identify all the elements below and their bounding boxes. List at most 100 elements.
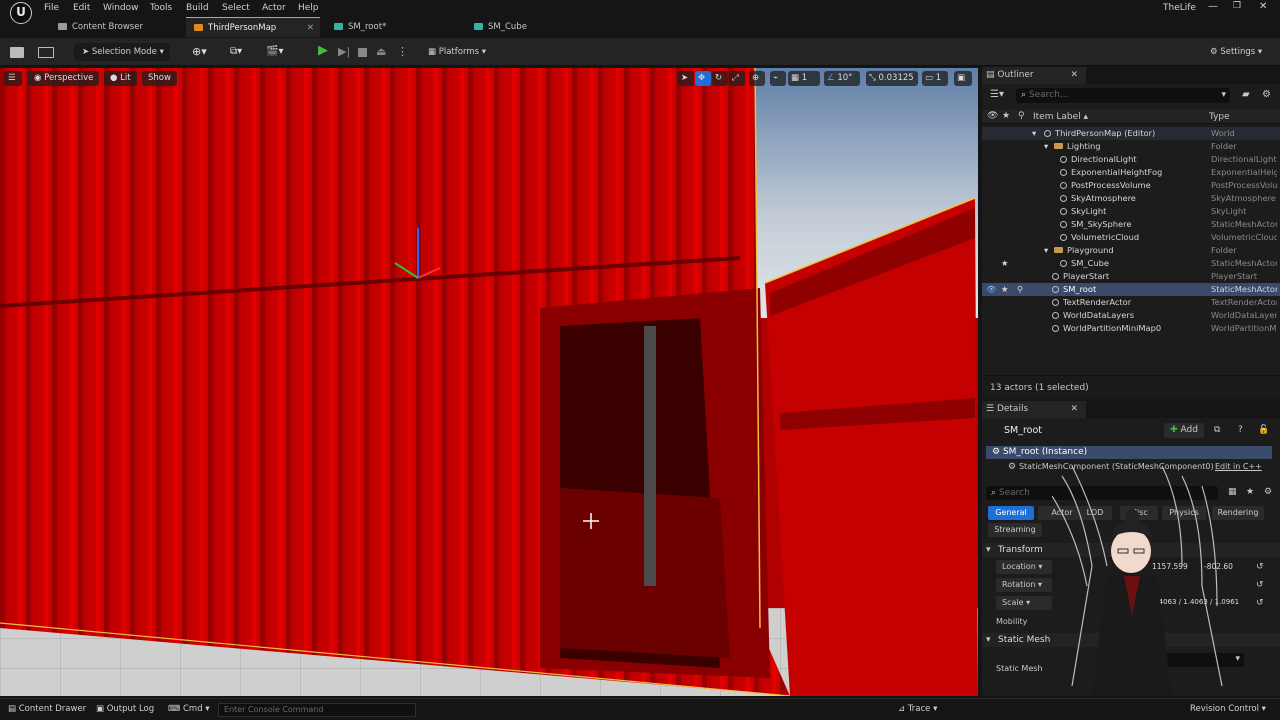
- menu-tools[interactable]: Tools: [150, 3, 172, 13]
- outliner-row[interactable]: WorldPartitionMiniMap0 WorldPartitionMin…: [982, 322, 1280, 335]
- expand-arrow-icon[interactable]: ▾: [1032, 127, 1036, 140]
- reset-location-icon[interactable]: ↺: [1256, 562, 1264, 572]
- menu-build[interactable]: Build: [186, 3, 209, 13]
- outliner-row[interactable]: SM_SkySphere StaticMeshActor: [982, 218, 1280, 231]
- expand-arrow-icon[interactable]: ▾: [1044, 244, 1048, 257]
- menu-window[interactable]: Window: [103, 3, 139, 13]
- rotate-tool-icon[interactable]: ↻: [712, 71, 728, 86]
- help-icon[interactable]: ?: [1238, 425, 1243, 435]
- outliner-row[interactable]: ▾ Playground Folder: [982, 244, 1280, 257]
- add-component-button[interactable]: ✚ Add: [1164, 423, 1204, 438]
- outliner-row[interactable]: ExponentialHeightFog ExponentialHeightFo…: [982, 166, 1280, 179]
- settings-dropdown[interactable]: ⚙ Settings ▾: [1210, 43, 1278, 61]
- platforms-dropdown[interactable]: ▦ Platforms ▾: [428, 43, 494, 61]
- add-folder-icon[interactable]: ▰: [1242, 89, 1250, 100]
- step-icon[interactable]: ▶|: [338, 43, 350, 61]
- settings-gear-icon[interactable]: ⚙: [1262, 89, 1271, 100]
- outliner-row[interactable]: DirectionalLight DirectionalLight: [982, 153, 1280, 166]
- reset-rotation-icon[interactable]: ↺: [1256, 580, 1264, 590]
- content-icon[interactable]: [38, 47, 54, 58]
- visibility-eye-icon[interactable]: 👁: [986, 283, 997, 296]
- revision-control-button[interactable]: Revision Control ▾: [1190, 704, 1266, 714]
- output-log-button[interactable]: ▣ Output Log: [96, 704, 154, 714]
- selection-mode-dropdown[interactable]: ➤ Selection Mode ▾: [74, 43, 170, 61]
- favorites-star-icon[interactable]: ★: [1246, 487, 1254, 497]
- tab-content-browser[interactable]: Content Browser: [50, 17, 180, 37]
- perspective-dropdown[interactable]: ◉ Perspective: [28, 71, 100, 86]
- maximize-icon[interactable]: ❐: [1233, 1, 1241, 11]
- rotation-snap-toggle[interactable]: ∠ 10°: [824, 71, 860, 86]
- scale-tool-icon[interactable]: ⤢: [729, 71, 745, 86]
- unreal-logo-icon[interactable]: U: [10, 2, 32, 24]
- save-icon[interactable]: [10, 47, 24, 58]
- hamburger-menu-icon[interactable]: ☰: [4, 71, 22, 86]
- outliner-row[interactable]: ▾ Lighting Folder: [982, 140, 1280, 153]
- outliner-row[interactable]: SkyAtmosphere SkyAtmosphere: [982, 192, 1280, 205]
- tab-thirdpersonmap[interactable]: ThirdPersonMap ✕: [186, 17, 320, 37]
- minimize-icon[interactable]: —: [1208, 1, 1218, 12]
- outliner-row[interactable]: VolumetricCloud VolumetricCloud: [982, 231, 1280, 244]
- eject-icon[interactable]: ⏏: [376, 43, 386, 61]
- details-tab[interactable]: ☰ Details ✕: [982, 401, 1086, 418]
- world-space-icon[interactable]: ⊕: [749, 71, 765, 86]
- select-tool-icon[interactable]: ➤: [678, 71, 694, 86]
- scale-dropdown[interactable]: Scale ▾: [996, 596, 1052, 610]
- play-icon[interactable]: ▶: [318, 42, 328, 60]
- level-viewport[interactable]: ☰ ◉ Perspective ● Lit Show ➤ ✥ ↻ ⤢ ⊕ ⌁ ▦…: [0, 68, 978, 696]
- favorite-star-icon[interactable]: ★: [1001, 283, 1008, 296]
- console-command-input[interactable]: Enter Console Command: [218, 703, 416, 717]
- outliner-tab[interactable]: ▤ Outliner ✕: [982, 67, 1086, 84]
- add-actor-icon[interactable]: ⊕▾: [192, 43, 207, 61]
- expand-arrow-icon[interactable]: ▾: [1044, 140, 1048, 153]
- item-label-header[interactable]: Item Label ▴: [1033, 112, 1088, 122]
- filter-general[interactable]: General: [988, 506, 1034, 520]
- outliner-row[interactable]: TextRenderActor TextRenderActor: [982, 296, 1280, 309]
- content-drawer-button[interactable]: ▤ Content Drawer: [8, 704, 86, 714]
- settings-gear-icon[interactable]: ⚙: [1264, 487, 1272, 497]
- outliner-row[interactable]: WorldDataLayers WorldDataLayers: [982, 309, 1280, 322]
- blueprint-icon[interactable]: ⧉▾: [230, 43, 242, 61]
- menu-edit[interactable]: Edit: [73, 3, 90, 13]
- actor-name-field[interactable]: SM_root: [1004, 425, 1042, 436]
- outliner-search-input[interactable]: ⌕ Search... ▾: [1016, 88, 1230, 103]
- trace-dropdown[interactable]: ⊿ Trace ▾: [898, 704, 937, 714]
- outliner-row[interactable]: PostProcessVolume PostProcessVolume: [982, 179, 1280, 192]
- lit-dropdown[interactable]: ● Lit: [104, 71, 137, 86]
- filter-streaming[interactable]: Streaming: [988, 523, 1042, 537]
- menu-actor[interactable]: Actor: [262, 3, 286, 13]
- pin-icon[interactable]: ⚲: [1017, 283, 1023, 296]
- visibility-column-icon[interactable]: 👁: [987, 111, 998, 121]
- grid-snap-toggle[interactable]: ▦ 1: [788, 71, 820, 86]
- favorite-star-icon[interactable]: ★: [1001, 257, 1008, 270]
- lock-icon[interactable]: 🔓: [1258, 425, 1269, 435]
- location-dropdown[interactable]: Location ▾: [996, 560, 1052, 574]
- scale-snap-toggle[interactable]: ⤡ 0.03125: [866, 71, 918, 86]
- close-tab-icon[interactable]: ✕: [1070, 67, 1078, 84]
- tab-sm-cube[interactable]: SM_Cube: [466, 17, 606, 37]
- menu-help[interactable]: Help: [298, 3, 319, 13]
- filter-icon[interactable]: ☰▾: [990, 89, 1004, 100]
- type-header[interactable]: Type: [1209, 112, 1230, 122]
- reset-scale-icon[interactable]: ↺: [1256, 598, 1264, 608]
- outliner-row[interactable]: ▾ ThirdPersonMap (Editor) World: [982, 127, 1280, 140]
- close-tab-icon[interactable]: ✕: [1070, 401, 1078, 418]
- outliner-row[interactable]: ★ SM_Cube StaticMeshActor: [982, 257, 1280, 270]
- viewport-scene[interactable]: [0, 68, 978, 696]
- stop-icon[interactable]: [358, 48, 367, 57]
- favorite-column-icon[interactable]: ★: [1002, 111, 1010, 121]
- surface-snap-icon[interactable]: ⌁: [770, 71, 786, 86]
- more-options-icon[interactable]: ⋮: [397, 43, 408, 61]
- camera-speed-button[interactable]: ▭ 1: [922, 71, 948, 86]
- pin-column-icon[interactable]: ⚲: [1018, 111, 1025, 121]
- close-window-icon[interactable]: ✕: [1259, 1, 1267, 12]
- menu-file[interactable]: File: [44, 3, 59, 13]
- tab-sm-root[interactable]: SM_root*: [326, 17, 466, 37]
- rotation-dropdown[interactable]: Rotation ▾: [996, 578, 1052, 592]
- outliner-row-selected[interactable]: 👁 ★ ⚲ SM_root StaticMeshActor: [982, 283, 1280, 296]
- blueprint-add-icon[interactable]: ⧉: [1214, 425, 1220, 435]
- maximize-viewport-icon[interactable]: ▣: [954, 71, 972, 86]
- outliner-row[interactable]: SkyLight SkyLight: [982, 205, 1280, 218]
- show-dropdown[interactable]: Show: [142, 71, 177, 86]
- outliner-row[interactable]: PlayerStart PlayerStart: [982, 270, 1280, 283]
- menu-select[interactable]: Select: [222, 3, 250, 13]
